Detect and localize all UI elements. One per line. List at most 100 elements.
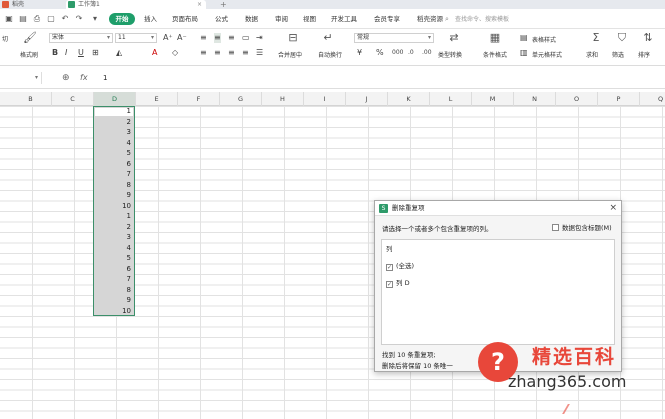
- font-name-select[interactable]: 宋体 ▾: [49, 33, 113, 43]
- preview-icon[interactable]: ▢: [46, 14, 56, 24]
- more-icon[interactable]: ▾: [90, 14, 100, 24]
- table-style-label[interactable]: 表格样式: [532, 35, 556, 44]
- column-header-l[interactable]: L: [430, 92, 472, 106]
- cell-d[interactable]: 9: [93, 190, 135, 201]
- font-color-icon[interactable]: A: [152, 48, 157, 58]
- column-header-k[interactable]: K: [388, 92, 430, 106]
- menu-review[interactable]: 审阅: [275, 13, 288, 25]
- cell-d[interactable]: 1: [93, 211, 135, 222]
- decrease-font-icon[interactable]: A⁻: [177, 33, 187, 43]
- zoom-icon[interactable]: ⊕: [62, 72, 70, 84]
- column-header-d[interactable]: D: [94, 92, 136, 106]
- column-header-n[interactable]: N: [514, 92, 556, 106]
- header-checkbox[interactable]: 数据包含标题(M): [552, 222, 612, 232]
- cell-d[interactable]: 4: [93, 243, 135, 254]
- cell-d[interactable]: 1: [93, 106, 135, 117]
- cell-style-label[interactable]: 单元格样式: [532, 50, 562, 59]
- cell-d[interactable]: 5: [93, 148, 135, 159]
- cell-d[interactable]: 10: [93, 201, 135, 212]
- menu-home[interactable]: 开始: [109, 13, 135, 25]
- tab-workbook[interactable]: 工作簿1 ×: [66, 0, 206, 9]
- cell-d[interactable]: 3: [93, 127, 135, 138]
- percent-icon[interactable]: %: [376, 48, 384, 58]
- align-right-icon[interactable]: ≡: [228, 48, 235, 58]
- cell-d[interactable]: 8: [93, 285, 135, 296]
- cell-style-icon[interactable]: ▥: [520, 48, 528, 58]
- conditional-format-icon[interactable]: ▦: [487, 32, 503, 44]
- list-item-column-d[interactable]: ✓ 列 D: [386, 277, 410, 288]
- command-search[interactable]: ⌕ 查找命令、搜索模板: [443, 14, 553, 25]
- menu-page-layout[interactable]: 页面布局: [172, 13, 198, 25]
- cell-d[interactable]: 4: [93, 138, 135, 149]
- increase-decimal-icon[interactable]: .0: [408, 48, 414, 58]
- cell-d[interactable]: 8: [93, 180, 135, 191]
- column-header-j[interactable]: J: [346, 92, 388, 106]
- increase-font-icon[interactable]: A⁺: [163, 33, 173, 43]
- cell-d[interactable]: 10: [93, 306, 135, 317]
- redo-icon[interactable]: ↷: [74, 14, 84, 24]
- close-icon[interactable]: ×: [609, 201, 617, 216]
- sort-label[interactable]: 排序: [638, 50, 650, 59]
- table-style-icon[interactable]: ▤: [520, 33, 528, 43]
- merge-center-label[interactable]: 合并居中: [278, 50, 302, 59]
- number-format-select[interactable]: 常规 ▾: [354, 33, 434, 43]
- align-middle-icon[interactable]: ≡: [214, 33, 221, 43]
- font-size-select[interactable]: 11 ▾: [115, 33, 157, 43]
- merge-center-icon[interactable]: ⊟: [285, 32, 301, 44]
- convert-label[interactable]: 类型转换: [438, 50, 462, 59]
- menu-member[interactable]: 会员专享: [374, 13, 400, 25]
- cut-label[interactable]: 切: [2, 34, 8, 43]
- column-header-q[interactable]: Q: [640, 92, 665, 106]
- cell-d[interactable]: 2: [93, 117, 135, 128]
- column-header-e[interactable]: E: [136, 92, 178, 106]
- menu-data[interactable]: 数据: [245, 13, 258, 25]
- distribute-icon[interactable]: ☰: [256, 48, 263, 58]
- save-icon[interactable]: ▣: [4, 14, 14, 24]
- name-box[interactable]: ▾: [0, 72, 42, 84]
- convert-icon[interactable]: ⇄: [446, 32, 462, 44]
- column-header-p[interactable]: P: [598, 92, 640, 106]
- check-icon[interactable]: ✓: [386, 281, 393, 288]
- cell-d[interactable]: 5: [93, 253, 135, 264]
- close-tab-icon[interactable]: ×: [197, 0, 202, 9]
- cell-d[interactable]: 9: [93, 295, 135, 306]
- align-top-icon[interactable]: ≡: [200, 33, 207, 43]
- formula-input[interactable]: 1: [103, 72, 107, 84]
- align-left-icon[interactable]: ≡: [200, 48, 207, 58]
- currency-icon[interactable]: ¥: [357, 48, 362, 58]
- bold-icon[interactable]: B: [52, 48, 58, 58]
- export-icon[interactable]: ▤: [18, 14, 28, 24]
- format-painter-icon[interactable]: 🖌: [22, 32, 38, 44]
- menu-view[interactable]: 视图: [303, 13, 316, 25]
- format-painter-label[interactable]: 格式刷: [20, 50, 38, 59]
- column-header-m[interactable]: M: [472, 92, 514, 106]
- check-icon[interactable]: ✓: [386, 264, 393, 271]
- fill-color-icon[interactable]: ◭: [116, 48, 122, 58]
- sort-icon[interactable]: ⇅: [640, 32, 656, 44]
- justify-icon[interactable]: ≡: [242, 48, 249, 58]
- cell-d[interactable]: 7: [93, 169, 135, 180]
- menu-formulas[interactable]: 公式: [215, 13, 228, 25]
- undo-icon[interactable]: ↶: [60, 14, 70, 24]
- filter-label[interactable]: 筛选: [612, 50, 624, 59]
- wrap-text-icon[interactable]: ↵: [320, 32, 336, 44]
- tab-docer[interactable]: 稻壳: [0, 0, 64, 9]
- menu-docer-resources[interactable]: 稻壳资源: [417, 13, 443, 25]
- border-icon[interactable]: ⊞: [92, 48, 99, 58]
- sum-label[interactable]: 求和: [586, 50, 598, 59]
- column-header-f[interactable]: F: [178, 92, 220, 106]
- column-header-h[interactable]: H: [262, 92, 304, 106]
- column-header-c[interactable]: C: [52, 92, 94, 106]
- cell-d[interactable]: 2: [93, 222, 135, 233]
- print-icon[interactable]: ⎙: [32, 14, 42, 24]
- indent-icon[interactable]: ⇥: [256, 33, 263, 43]
- filter-icon[interactable]: ⛉: [614, 32, 630, 44]
- wrap-text-label[interactable]: 自动换行: [318, 50, 342, 59]
- list-item-select-all[interactable]: ✓ (全选): [386, 260, 414, 271]
- column-header-i[interactable]: I: [304, 92, 346, 106]
- new-tab-icon[interactable]: +: [220, 0, 227, 9]
- column-header-b[interactable]: B: [10, 92, 52, 106]
- sum-icon[interactable]: Σ: [588, 32, 604, 44]
- menu-insert[interactable]: 插入: [144, 13, 157, 25]
- text-direction-icon[interactable]: ▭: [242, 33, 250, 43]
